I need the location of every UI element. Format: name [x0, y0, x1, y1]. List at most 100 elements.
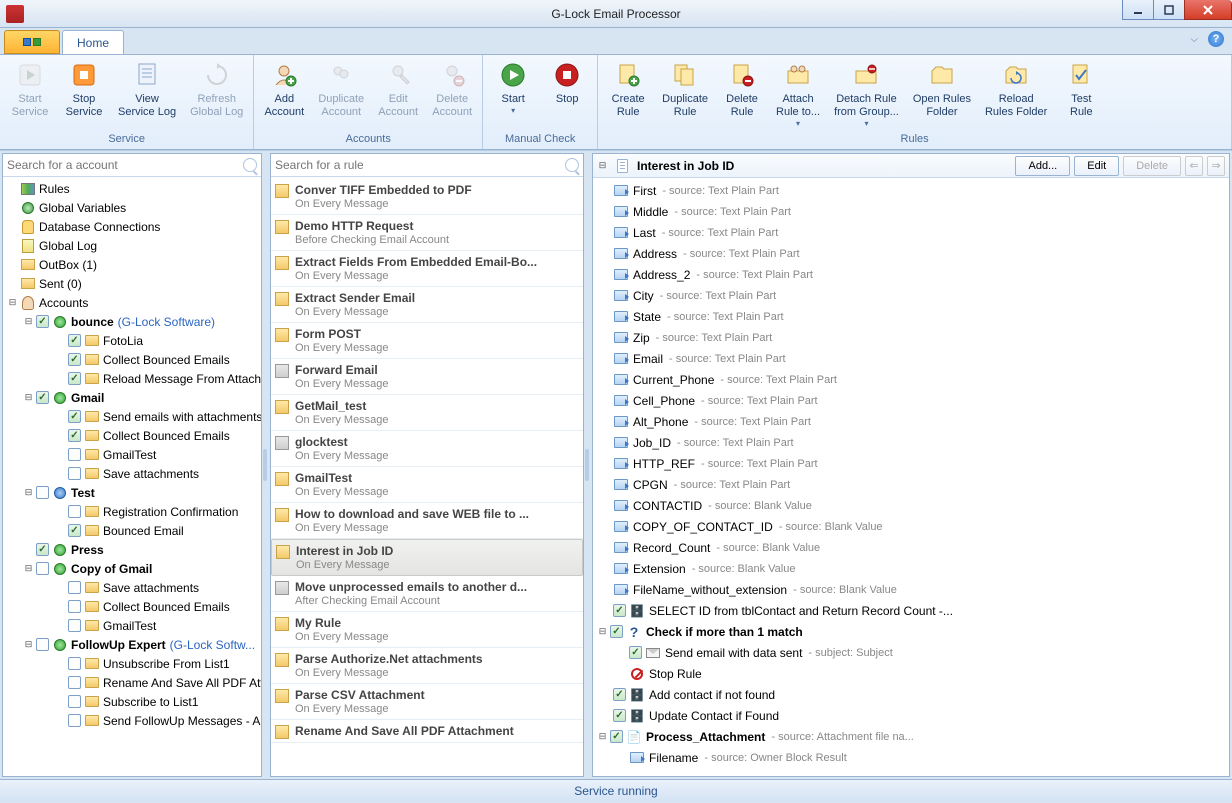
detail-row[interactable]: Cell_Phone - source: Text Plain Part: [593, 390, 1229, 411]
collapse-icon[interactable]: ⊟: [597, 160, 608, 171]
tree-row[interactable]: Subscribe to List1: [3, 692, 261, 711]
attach-rule-button[interactable]: Attach Rule to...▾: [772, 57, 824, 130]
manual-stop-button[interactable]: Stop: [543, 57, 591, 108]
app-menu-button[interactable]: [4, 30, 60, 54]
view-service-log-button[interactable]: View Service Log: [114, 57, 180, 121]
detail-row[interactable]: Current_Phone - source: Text Plain Part: [593, 369, 1229, 390]
tree-row[interactable]: ⊟Test: [3, 483, 261, 502]
tree-row[interactable]: FotoLia: [3, 331, 261, 350]
tree-row[interactable]: GmailTest: [3, 445, 261, 464]
test-rule-button[interactable]: Test Rule: [1057, 57, 1105, 121]
rule-item[interactable]: Rename And Save All PDF Attachment: [271, 720, 583, 743]
detail-row[interactable]: CPGN - source: Text Plain Part: [593, 474, 1229, 495]
rule-item[interactable]: GmailTestOn Every Message: [271, 467, 583, 503]
detail-row[interactable]: COPY_OF_CONTACT_ID - source: Blank Value: [593, 516, 1229, 537]
manual-start-button[interactable]: Start▾: [489, 57, 537, 117]
accounts-tree[interactable]: RulesGlobal VariablesDatabase Connection…: [3, 177, 261, 776]
detail-row[interactable]: Middle - source: Text Plain Part: [593, 201, 1229, 222]
detail-row[interactable]: FileName_without_extension - source: Bla…: [593, 579, 1229, 600]
rule-item[interactable]: Parse Authorize.Net attachmentsOn Every …: [271, 648, 583, 684]
detail-row[interactable]: State - source: Text Plain Part: [593, 306, 1229, 327]
tree-row[interactable]: Save attachments: [3, 464, 261, 483]
rule-item[interactable]: Move unprocessed emails to another d...A…: [271, 576, 583, 612]
tree-row[interactable]: Rules: [3, 179, 261, 198]
tree-row[interactable]: ⊟FollowUp Expert(G-Lock Softw...: [3, 635, 261, 654]
rule-search-input[interactable]: [275, 158, 561, 172]
duplicate-rule-button[interactable]: Duplicate Rule: [658, 57, 712, 121]
detail-row[interactable]: 🗄️SELECT ID from tblContact and Return R…: [593, 600, 1229, 621]
tree-row[interactable]: GmailTest: [3, 616, 261, 635]
detail-row[interactable]: Email - source: Text Plain Part: [593, 348, 1229, 369]
minimize-ribbon-icon[interactable]: ⌵: [1190, 34, 1198, 45]
tree-row[interactable]: ⊟Gmail: [3, 388, 261, 407]
splitter-left[interactable]: [262, 151, 268, 779]
detail-row[interactable]: Extension - source: Blank Value: [593, 558, 1229, 579]
detail-row[interactable]: Address - source: Text Plain Part: [593, 243, 1229, 264]
detail-row[interactable]: ⊟📄Process_Attachment - source: Attachmen…: [593, 726, 1229, 747]
detail-row[interactable]: Filename - source: Owner Block Result: [593, 747, 1229, 768]
rules-list[interactable]: Conver TIFF Embedded to PDFOn Every Mess…: [271, 177, 583, 776]
detail-row[interactable]: Address_2 - source: Text Plain Part: [593, 264, 1229, 285]
tree-row[interactable]: Rename And Save All PDF Attachments: [3, 673, 261, 692]
tree-row[interactable]: OutBox (1): [3, 255, 261, 274]
delete-rule-button[interactable]: Delete Rule: [718, 57, 766, 121]
detail-row[interactable]: CONTACTID - source: Blank Value: [593, 495, 1229, 516]
detail-row[interactable]: Send email with data sent - subject: Sub…: [593, 642, 1229, 663]
tree-row[interactable]: Send FollowUp Messages - AFTER: [3, 711, 261, 730]
rule-item[interactable]: Parse CSV AttachmentOn Every Message: [271, 684, 583, 720]
rule-item[interactable]: How to download and save WEB file to ...…: [271, 503, 583, 539]
tree-row[interactable]: Collect Bounced Emails: [3, 426, 261, 445]
tree-row[interactable]: Save attachments: [3, 578, 261, 597]
maximize-button[interactable]: [1153, 0, 1185, 20]
detail-row[interactable]: Record_Count - source: Blank Value: [593, 537, 1229, 558]
add-account-button[interactable]: Add Account: [260, 57, 308, 121]
tree-row[interactable]: Press: [3, 540, 261, 559]
rule-item[interactable]: GetMail_testOn Every Message: [271, 395, 583, 431]
tree-row[interactable]: Registration Confirmation: [3, 502, 261, 521]
help-icon[interactable]: ?: [1208, 31, 1224, 47]
tree-row[interactable]: Global Log: [3, 236, 261, 255]
tab-home[interactable]: Home: [62, 30, 124, 54]
tree-row[interactable]: Collect Bounced Emails: [3, 350, 261, 369]
create-rule-button[interactable]: Create Rule: [604, 57, 652, 121]
open-rules-folder-button[interactable]: Open Rules Folder: [909, 57, 975, 121]
tree-row[interactable]: Collect Bounced Emails: [3, 597, 261, 616]
detail-row[interactable]: Last - source: Text Plain Part: [593, 222, 1229, 243]
detail-row[interactable]: First - source: Text Plain Part: [593, 180, 1229, 201]
detach-rule-button[interactable]: Detach Rule from Group...▾: [830, 57, 903, 130]
tree-row[interactable]: Unsubscribe From List1: [3, 654, 261, 673]
tree-row[interactable]: Reload Message From Attachment: [3, 369, 261, 388]
close-button[interactable]: [1184, 0, 1232, 20]
tree-row[interactable]: Send emails with attachments: [3, 407, 261, 426]
rule-item[interactable]: Demo HTTP RequestBefore Checking Email A…: [271, 215, 583, 251]
rule-item[interactable]: Extract Sender EmailOn Every Message: [271, 287, 583, 323]
search-icon[interactable]: [565, 158, 579, 172]
detail-row[interactable]: City - source: Text Plain Part: [593, 285, 1229, 306]
minimize-button[interactable]: [1122, 0, 1154, 20]
detail-list[interactable]: First - source: Text Plain PartMiddle - …: [593, 178, 1229, 776]
rule-item[interactable]: Forward EmailOn Every Message: [271, 359, 583, 395]
rule-item[interactable]: Extract Fields From Embedded Email-Bo...…: [271, 251, 583, 287]
detail-row[interactable]: Zip - source: Text Plain Part: [593, 327, 1229, 348]
rule-item[interactable]: Conver TIFF Embedded to PDFOn Every Mess…: [271, 179, 583, 215]
splitter-right[interactable]: [584, 151, 590, 779]
detail-row[interactable]: 🗄️Update Contact if Found: [593, 705, 1229, 726]
tree-row[interactable]: Bounced Email: [3, 521, 261, 540]
tree-row[interactable]: ⊟Copy of Gmail: [3, 559, 261, 578]
rule-item[interactable]: Form POSTOn Every Message: [271, 323, 583, 359]
detail-row[interactable]: HTTP_REF - source: Text Plain Part: [593, 453, 1229, 474]
reload-rules-folder-button[interactable]: Reload Rules Folder: [981, 57, 1051, 121]
add-field-button[interactable]: Add...: [1015, 156, 1070, 176]
detail-row[interactable]: Job_ID - source: Text Plain Part: [593, 432, 1229, 453]
tree-row[interactable]: Database Connections: [3, 217, 261, 236]
detail-row[interactable]: ⊟?Check if more than 1 match: [593, 621, 1229, 642]
tree-row[interactable]: Global Variables: [3, 198, 261, 217]
rule-item[interactable]: Interest in Job IDOn Every Message: [271, 539, 583, 576]
stop-service-button[interactable]: Stop Service: [60, 57, 108, 121]
tree-row[interactable]: Sent (0): [3, 274, 261, 293]
tree-row[interactable]: ⊟Accounts: [3, 293, 261, 312]
tree-row[interactable]: ⊟bounce(G-Lock Software): [3, 312, 261, 331]
account-search-input[interactable]: [7, 158, 239, 172]
detail-row[interactable]: Stop Rule: [593, 663, 1229, 684]
detail-row[interactable]: Alt_Phone - source: Text Plain Part: [593, 411, 1229, 432]
